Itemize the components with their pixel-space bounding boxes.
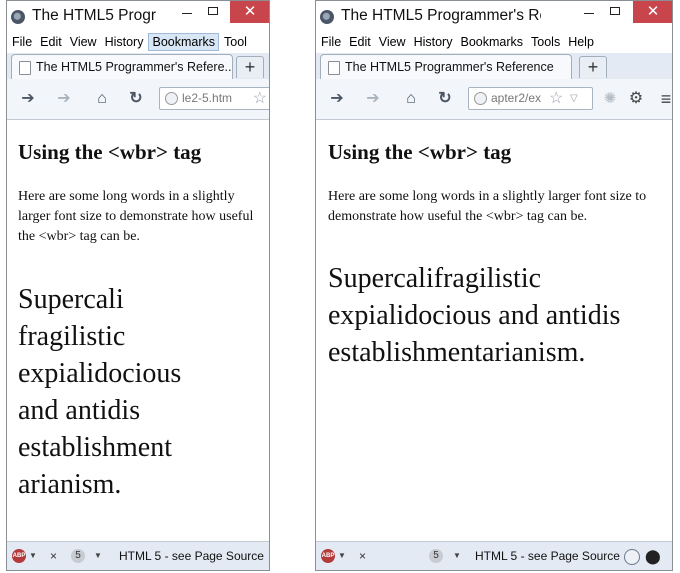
count-badge[interactable]: 5 xyxy=(429,549,443,563)
url-text: le2-5.htm xyxy=(182,91,233,105)
tab-title: The HTML5 Programmer's Reference xyxy=(345,60,554,74)
adblock-icon[interactable]: ABP xyxy=(321,549,335,563)
url-text: apter2/ex xyxy=(491,91,542,105)
new-tab-button[interactable]: + xyxy=(236,56,264,78)
word-line: Supercalifragilistic xyxy=(328,263,542,294)
chevron-down-icon[interactable]: ▽ xyxy=(570,88,578,109)
menu-bookmarks[interactable]: Bookmarks xyxy=(457,33,526,51)
menu-history[interactable]: History xyxy=(102,33,147,51)
word-line: arianism. xyxy=(18,469,122,500)
close-button[interactable]: ✕ xyxy=(633,1,672,23)
word-line: expialidocious and antidis xyxy=(328,300,621,331)
long-words-paragraph: Supercali fragilistic expialidocious and… xyxy=(18,281,258,503)
menu-tools[interactable]: Tool xyxy=(221,33,250,51)
home-icon[interactable]: ⌂ xyxy=(91,88,113,110)
status-text[interactable]: HTML 5 - see Page Source xyxy=(119,549,264,563)
firefox-icon xyxy=(320,10,334,24)
maximize-button[interactable] xyxy=(202,1,224,23)
page-icon xyxy=(19,61,31,75)
word-line: expialidocious xyxy=(18,358,182,389)
chevron-down-icon[interactable]: ▼ xyxy=(29,549,37,563)
reload-icon[interactable]: ↻ xyxy=(434,88,456,110)
new-tab-button[interactable]: + xyxy=(579,56,607,78)
navigation-toolbar: ➔ ➔ ⌂ ↻ apter2/ex ☆ ▽ ✺ ⚙ 0 ≡ xyxy=(316,79,672,187)
globe-icon xyxy=(474,92,487,105)
browser-window-wide: The HTML5 Programmer's Refer... ✕ FileEd… xyxy=(315,0,673,571)
reload-icon[interactable]: ↻ xyxy=(125,88,147,110)
star-icon[interactable]: ☆ xyxy=(253,88,267,109)
word-line: and antidis xyxy=(18,395,141,426)
addon-icon[interactable]: ⚙ xyxy=(625,88,647,110)
status-bar: ABP ▼ × 5 ▼ HTML 5 - see Page Source xyxy=(7,541,269,570)
intro-paragraph: Here are some long words in a slightly l… xyxy=(18,189,254,244)
adblock-icon[interactable]: ABP xyxy=(12,549,26,563)
home-icon[interactable]: ⌂ xyxy=(400,88,422,110)
title-bar: The HTML5 Progr ✕ xyxy=(7,1,269,33)
forward-icon[interactable]: ➔ xyxy=(53,88,75,110)
globe-icon xyxy=(165,92,178,105)
maximize-button[interactable] xyxy=(604,1,626,23)
navigation-toolbar: ➔ ➔ ⌂ ↻ le2-5.htm ☆ xyxy=(7,79,269,120)
page-heading: Using the <wbr> tag xyxy=(18,140,202,164)
close-icon[interactable]: × xyxy=(359,549,366,563)
minimize-button[interactable] xyxy=(176,1,198,23)
long-words-paragraph: Supercalifragilistic expialidocious and … xyxy=(328,260,668,371)
star-icon[interactable]: ☆ xyxy=(549,88,563,109)
overflow-icon[interactable]: ≡ xyxy=(654,88,672,110)
word-line: fragilistic xyxy=(18,321,126,352)
page-content: Using the <wbr> tag Here are some long w… xyxy=(7,120,269,541)
title-bar: The HTML5 Programmer's Refer... ✕ xyxy=(316,1,672,33)
menu-help[interactable]: Help xyxy=(565,33,597,51)
menu-file[interactable]: File xyxy=(9,33,35,51)
firefox-icon xyxy=(11,10,25,24)
address-bar[interactable]: le2-5.htm ☆ xyxy=(159,87,269,110)
menu-bookmarks[interactable]: Bookmarks xyxy=(148,33,220,51)
close-button[interactable]: ✕ xyxy=(230,1,269,23)
word-line: establishmentarianism. xyxy=(328,337,586,368)
back-icon[interactable]: ➔ xyxy=(326,88,348,110)
window-title: The HTML5 Programmer's Refer... xyxy=(341,7,541,24)
tab-strip: The HTML5 Programmer's Reference + xyxy=(316,53,672,79)
page-heading: Using the <wbr> tag xyxy=(328,140,512,164)
menu-history[interactable]: History xyxy=(411,33,456,51)
status-bar: ABP ▼ × 5 ▼ HTML 5 - see Page Source ⬤ xyxy=(316,541,672,570)
back-icon[interactable]: ➔ xyxy=(17,88,39,110)
chevron-down-icon[interactable]: ▼ xyxy=(94,549,102,563)
chevron-down-icon[interactable]: ▼ xyxy=(453,549,461,563)
menu-bar: File Edit View History Bookmarks Tools Help xyxy=(316,33,672,53)
menu-view[interactable]: View xyxy=(67,33,100,51)
tab-active[interactable]: The HTML5 Programmer's Refere... xyxy=(11,54,233,79)
word-line: Supercali xyxy=(18,284,124,315)
menu-edit[interactable]: Edit xyxy=(346,33,374,51)
menu-view[interactable]: View xyxy=(376,33,409,51)
forward-icon[interactable]: ➔ xyxy=(362,88,384,110)
close-icon[interactable]: × xyxy=(50,549,57,563)
menu-edit[interactable]: Edit xyxy=(37,33,65,51)
menu-tools[interactable]: Tools xyxy=(528,33,563,51)
count-badge[interactable]: 5 xyxy=(71,549,85,563)
page-content: Using the <wbr> tag Here are some long w… xyxy=(316,120,672,541)
menu-bar: File Edit View History Bookmarks Tool xyxy=(7,33,269,53)
tab-active[interactable]: The HTML5 Programmer's Reference xyxy=(320,54,572,79)
loading-icon: ✺ xyxy=(603,90,617,107)
status-text[interactable]: HTML 5 - see Page Source xyxy=(475,549,620,563)
layers-icon[interactable]: ⬤ xyxy=(645,549,661,563)
chevron-down-icon[interactable]: ▼ xyxy=(338,549,346,563)
tab-strip: The HTML5 Programmer's Refere... + xyxy=(7,53,269,79)
window-title: The HTML5 Progr xyxy=(32,7,157,24)
tab-title: The HTML5 Programmer's Refere... xyxy=(36,60,233,74)
menu-file[interactable]: File xyxy=(318,33,344,51)
word-line: establishment xyxy=(18,432,172,463)
browser-window-narrow: The HTML5 Progr ✕ File Edit View History Boo… xyxy=(6,0,270,571)
page-icon xyxy=(328,61,340,75)
intro-paragraph: Here are some long words in a slightly l… xyxy=(328,189,647,224)
minimize-button[interactable] xyxy=(578,1,600,23)
address-bar[interactable]: apter2/ex ☆ ▽ xyxy=(468,87,593,110)
page-source-icon[interactable] xyxy=(624,549,640,565)
